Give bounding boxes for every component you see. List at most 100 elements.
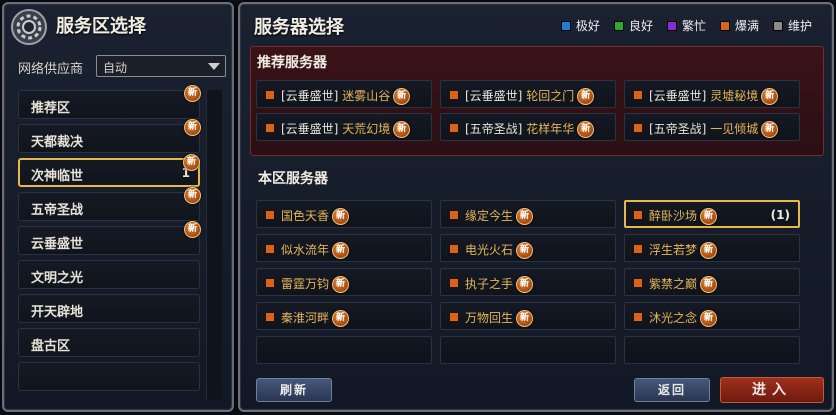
server-name: 天荒幻境 <box>342 122 391 136</box>
status-color-swatch <box>719 20 730 31</box>
zone-item[interactable]: 五帝圣战 新 <box>18 187 201 221</box>
zone-item[interactable]: 天都裁决 新 <box>18 119 201 153</box>
local-server-item[interactable]: 似水流年新 <box>256 234 432 262</box>
zone-list-scrollbar[interactable] <box>206 90 222 400</box>
status-dot-icon <box>633 312 643 322</box>
local-server-item[interactable]: 紫禁之巅新 <box>624 268 800 296</box>
new-badge-icon: 新 <box>700 310 718 327</box>
local-server-item[interactable]: 秦淮河畔新 <box>256 302 432 330</box>
zone-list: 推荐区新天都裁决新次神临世 1 新五帝圣战新云垂盛世新文明之光 开天辟地 盘古区 <box>18 85 201 396</box>
new-badge-icon: 新 <box>516 310 534 327</box>
recommended-server-item[interactable]: [云垂盛世] 轮回之门新 <box>440 80 616 108</box>
server-select-panel: 服务器选择 极好 良好 繁忙 爆满 维护 推荐服务器 [云垂盛世] 迷雾山谷新 [云垂盛世… <box>238 2 834 412</box>
zone-item[interactable]: 盘古区 <box>18 328 200 357</box>
local-server-item[interactable]: 万物回生新 <box>440 302 616 330</box>
new-badge-icon: 新 <box>700 208 718 225</box>
local-server-item[interactable]: 醉卧沙场新 (1) <box>624 200 800 228</box>
new-badge-icon: 新 <box>516 242 534 259</box>
legend-label: 维护 <box>787 19 812 33</box>
new-badge-icon: 新 <box>184 119 201 136</box>
recommended-server-item[interactable]: [云垂盛世] 迷雾山谷新 <box>256 80 432 108</box>
server-zone-tag: [云垂盛世] <box>649 89 711 103</box>
server-name: 浮生若梦 <box>649 243 698 257</box>
zone-item-label: 开天辟地 <box>31 305 84 320</box>
server-name: 缘定今生 <box>465 209 514 223</box>
zone-item[interactable]: 次神临世 1 新 <box>18 154 200 187</box>
status-dot-icon <box>265 244 275 254</box>
recommended-server-item[interactable]: [云垂盛世] 天荒幻境新 <box>256 113 432 141</box>
new-badge-icon: 新 <box>184 85 201 102</box>
zone-select-panel: 服务区选择 网络供应商 自动 推荐区新天都裁决新次神临世 1 新五帝圣战新云垂盛世新… <box>2 2 234 412</box>
local-server-item[interactable]: 沐光之念新 <box>624 302 800 330</box>
local-server-item[interactable]: 缘定今生新 <box>440 200 616 228</box>
status-dot-icon <box>265 210 275 220</box>
server-name: 执子之手 <box>465 277 514 291</box>
legend-item: 爆满 <box>719 17 759 34</box>
server-panel-title: 服务器选择 <box>254 17 344 38</box>
server-name: 电光火石 <box>465 243 514 257</box>
enter-button[interactable]: 进入 <box>720 377 824 403</box>
zone-item-label: 盘古区 <box>31 339 71 354</box>
new-badge-icon: 新 <box>332 208 350 225</box>
server-name: 灵墟秘境 <box>710 89 759 103</box>
server-name: 似水流年 <box>281 243 330 257</box>
zone-panel-title: 服务区选择 <box>56 16 146 37</box>
server-name: 沐光之念 <box>649 311 698 325</box>
zone-item[interactable] <box>18 362 200 391</box>
new-badge-icon: 新 <box>184 221 201 238</box>
zone-item[interactable]: 开天辟地 <box>18 294 200 323</box>
legend-item: 良好 <box>613 17 653 34</box>
new-badge-icon: 新 <box>516 276 534 293</box>
new-badge-icon: 新 <box>700 276 718 293</box>
new-badge-icon: 新 <box>516 208 534 225</box>
recommended-server-item[interactable]: [云垂盛世] 灵墟秘境新 <box>624 80 800 108</box>
recommended-server-item[interactable]: [五帝圣战] 花样年华新 <box>440 113 616 141</box>
status-color-swatch <box>666 20 677 31</box>
zone-item-label: 推荐区 <box>31 101 71 116</box>
server-name: 迷雾山谷 <box>342 89 391 103</box>
new-badge-icon: 新 <box>761 121 779 138</box>
zone-item[interactable]: 云垂盛世 新 <box>18 221 201 255</box>
status-dot-icon <box>449 90 459 100</box>
server-char-count: (1) <box>770 208 790 222</box>
local-server-item[interactable]: 雷霆万钧新 <box>256 268 432 296</box>
zone-item[interactable]: 推荐区 新 <box>18 85 201 119</box>
status-legend: 极好 良好 繁忙 爆满 维护 <box>560 17 812 34</box>
empty-server-slot <box>624 336 800 364</box>
status-color-swatch <box>613 20 624 31</box>
recommended-title: 推荐服务器 <box>257 55 327 71</box>
new-badge-icon: 新 <box>184 187 201 204</box>
new-badge-icon: 新 <box>393 88 411 105</box>
chevron-down-icon <box>208 63 220 70</box>
provider-select-value: 自动 <box>103 61 128 75</box>
recommended-server-item[interactable]: [五帝圣战] 一见倾城新 <box>624 113 800 141</box>
back-button[interactable]: 返回 <box>634 378 710 402</box>
server-name: 国色天香 <box>281 209 330 223</box>
local-servers-title: 本区服务器 <box>258 171 328 187</box>
status-dot-icon <box>633 278 643 288</box>
local-server-item[interactable]: 电光火石新 <box>440 234 616 262</box>
server-zone-tag: [五帝圣战] <box>649 122 711 136</box>
legend-item: 维护 <box>772 17 812 34</box>
status-dot-icon <box>265 312 275 322</box>
local-server-item[interactable]: 执子之手新 <box>440 268 616 296</box>
zone-item[interactable]: 文明之光 <box>18 260 200 289</box>
legend-item: 繁忙 <box>666 17 706 34</box>
refresh-button[interactable]: 刷新 <box>256 378 332 402</box>
new-badge-icon: 新 <box>332 310 350 327</box>
new-badge-icon: 新 <box>183 154 200 171</box>
zone-item-label: 天都裁决 <box>31 135 84 150</box>
zone-item-label: 云垂盛世 <box>31 237 84 252</box>
empty-server-slot <box>440 336 616 364</box>
local-server-item[interactable]: 国色天香新 <box>256 200 432 228</box>
local-server-item[interactable]: 浮生若梦新 <box>624 234 800 262</box>
gear-emblem-icon <box>11 9 47 45</box>
status-dot-icon <box>633 90 643 100</box>
new-badge-icon: 新 <box>761 88 779 105</box>
empty-server-slot <box>256 336 432 364</box>
status-dot-icon <box>633 123 643 133</box>
server-name: 雷霆万钧 <box>281 277 330 291</box>
provider-select[interactable]: 自动 <box>96 55 226 77</box>
new-badge-icon: 新 <box>577 121 595 138</box>
status-dot-icon <box>449 210 459 220</box>
